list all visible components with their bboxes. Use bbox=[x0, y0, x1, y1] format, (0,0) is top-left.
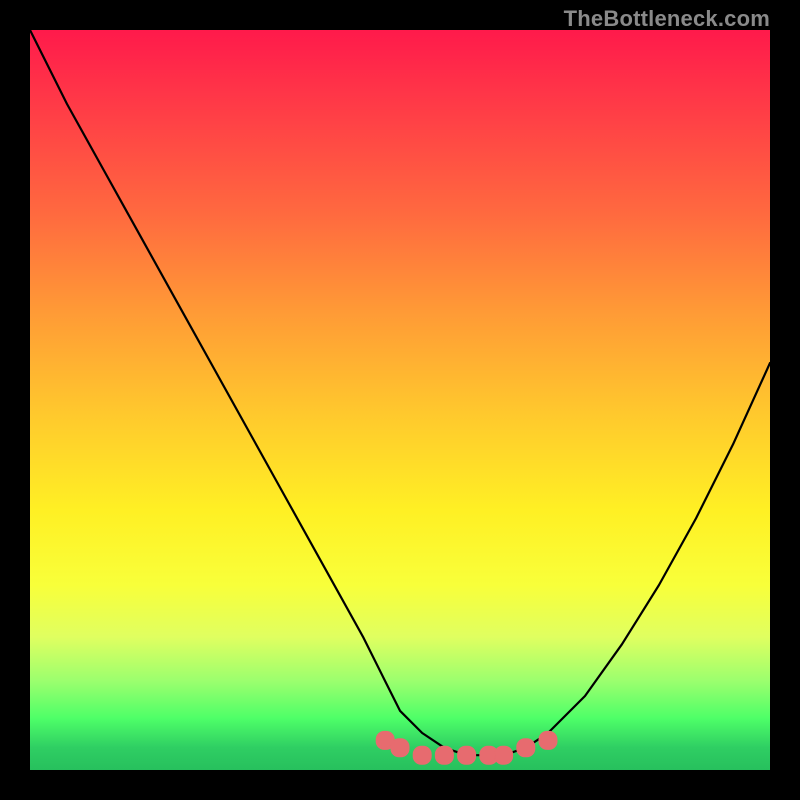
bottleneck-curve bbox=[30, 30, 770, 755]
optimal-dot bbox=[435, 746, 453, 764]
optimal-zone-dots bbox=[376, 731, 557, 764]
optimal-dot bbox=[517, 739, 535, 757]
optimal-dot bbox=[391, 739, 409, 757]
optimal-dot bbox=[413, 746, 431, 764]
watermark-text: TheBottleneck.com bbox=[564, 6, 770, 32]
chart-frame: TheBottleneck.com bbox=[0, 0, 800, 800]
plot-area bbox=[30, 30, 770, 770]
optimal-dot bbox=[458, 746, 476, 764]
optimal-dot bbox=[495, 746, 513, 764]
bottleneck-curve-svg bbox=[30, 30, 770, 770]
optimal-dot bbox=[539, 731, 557, 749]
